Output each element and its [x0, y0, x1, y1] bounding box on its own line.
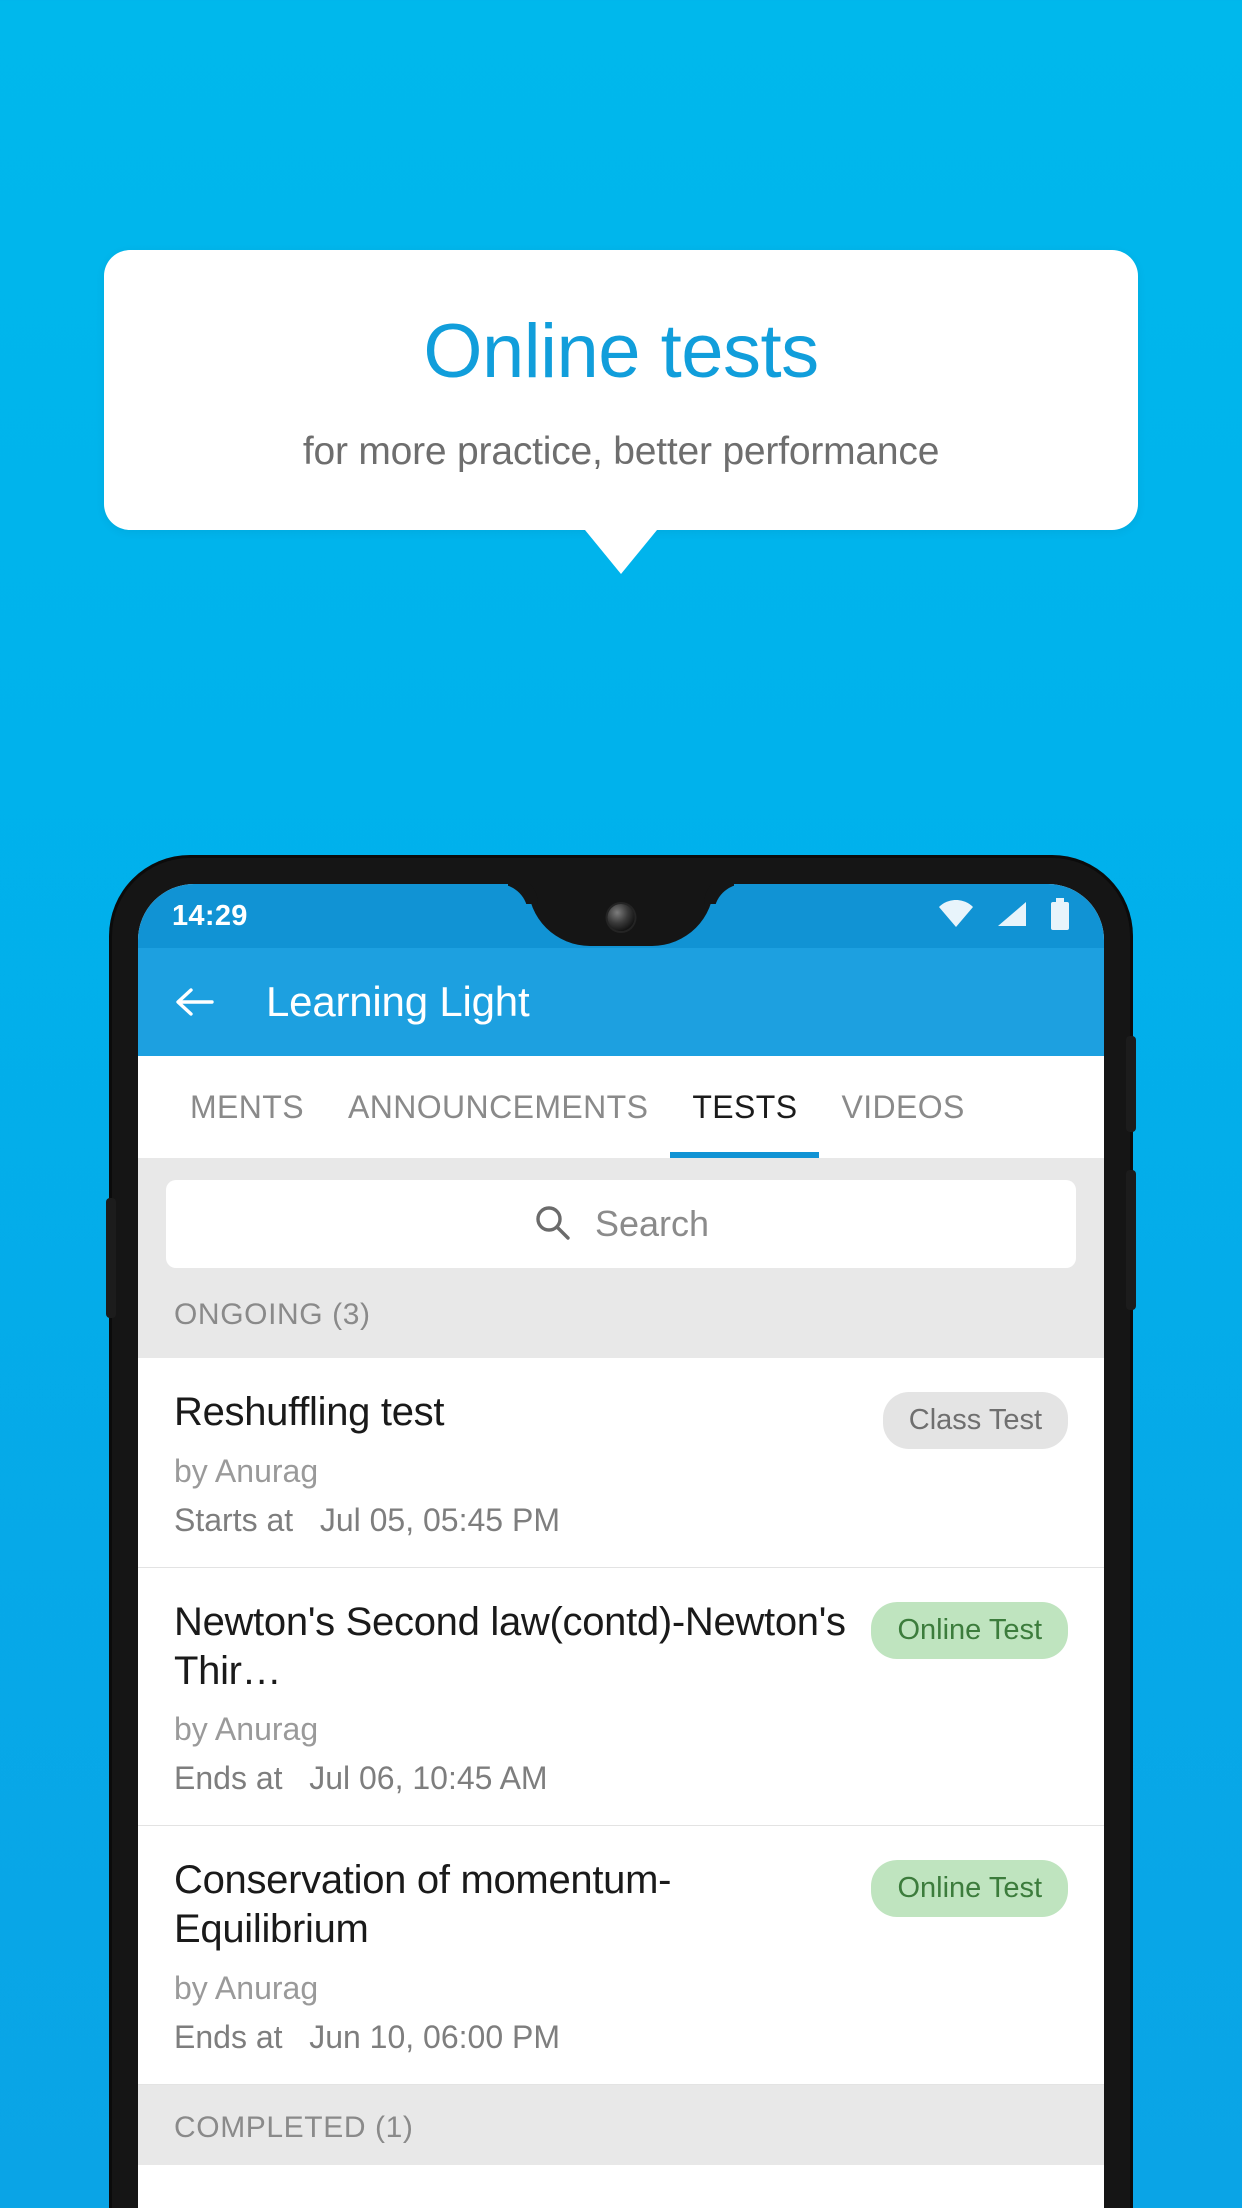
promo-banner: Online tests for more practice, better p… [104, 250, 1138, 574]
status-badge: Online Test [871, 1860, 1068, 1918]
status-bar-icons [938, 897, 1070, 935]
tab-bar: MENTS ANNOUNCEMENTS TESTS VIDEOS [138, 1056, 1104, 1158]
status-badge: Online Test [871, 1601, 1068, 1659]
phone-device-frame: 14:29 Learning Light MENTS ANNOUNCEMENTS… [106, 858, 1136, 2208]
test-schedule-label: Starts at [174, 1501, 294, 1538]
test-author: by Anurag [174, 1969, 319, 2006]
test-title: Conservation of momentum-Equilibrium [174, 1858, 672, 1952]
test-title: Newton's Second law(contd)-Newton's Thir… [174, 1599, 846, 1693]
test-schedule: Starts at Jul 05, 05:45 PM [174, 1502, 865, 1539]
test-info: Conservation of momentum-Equilibrium by … [174, 1856, 853, 2056]
search-input[interactable]: Search [166, 1180, 1076, 1268]
promo-card: Online tests for more practice, better p… [104, 250, 1138, 530]
app-bar-title: Learning Light [266, 978, 530, 1025]
search-area: Search [138, 1158, 1104, 1290]
volume-up-button[interactable] [1126, 1170, 1136, 1310]
test-list-item[interactable]: Reshuffling test by Anurag Starts at Jul… [138, 1358, 1104, 1568]
promo-subtitle: for more practice, better performance [302, 430, 940, 473]
signal-icon [996, 900, 1028, 933]
test-schedule-value: Jul 06, 10:45 AM [309, 1760, 548, 1797]
promo-title: Online tests [423, 309, 819, 394]
volume-down-button[interactable] [106, 1198, 116, 1318]
search-placeholder: Search [594, 1203, 710, 1244]
back-arrow-icon[interactable] [172, 979, 218, 1025]
status-badge: Class Test [882, 1392, 1068, 1449]
test-author: by Anurag [174, 1452, 319, 1489]
phone-screen: 14:29 Learning Light MENTS ANNOUNCEMENTS… [138, 884, 1104, 2208]
test-list-item[interactable]: Conservation of momentum-Equilibrium by … [138, 1826, 1104, 2085]
test-schedule: Ends at Jul 06, 10:45 AM [174, 1760, 853, 1797]
tab-assignments[interactable]: MENTS [168, 1056, 326, 1158]
promo-bubble-tail [585, 530, 657, 574]
tab-announcements[interactable]: ANNOUNCEMENTS [326, 1056, 670, 1158]
app-bar: Learning Light [138, 948, 1104, 1056]
power-button[interactable] [1126, 1036, 1136, 1132]
test-schedule-value: Jun 10, 06:00 PM [309, 2018, 561, 2055]
display-notch [528, 884, 714, 946]
test-info: Newton's Second law(contd)-Newton's Thir… [174, 1598, 853, 1798]
test-author: by Anurag [174, 1711, 319, 1748]
tab-tests[interactable]: TESTS [670, 1056, 820, 1158]
test-schedule-value: Jul 05, 05:45 PM [319, 1501, 560, 1538]
search-icon [533, 1203, 571, 1246]
status-bar: 14:29 [138, 884, 1104, 948]
wifi-icon [938, 899, 974, 933]
section-header-completed: COMPLETED (1) [138, 2084, 1104, 2165]
status-bar-clock: 14:29 [172, 899, 248, 932]
front-camera-icon [607, 904, 635, 931]
test-schedule: Ends at Jun 10, 06:00 PM [174, 2019, 853, 2056]
tab-videos[interactable]: VIDEOS [819, 1056, 986, 1158]
test-schedule-label: Ends at [174, 1760, 283, 1797]
test-list-item[interactable]: Newton's Second law(contd)-Newton's Thir… [138, 1567, 1104, 1827]
battery-icon [1050, 897, 1070, 935]
test-info: Reshuffling test by Anurag Starts at Jul… [174, 1388, 865, 1539]
section-header-ongoing: ONGOING (3) [138, 1290, 1104, 1358]
test-schedule-label: Ends at [174, 2018, 283, 2055]
test-title: Reshuffling test [174, 1390, 445, 1434]
